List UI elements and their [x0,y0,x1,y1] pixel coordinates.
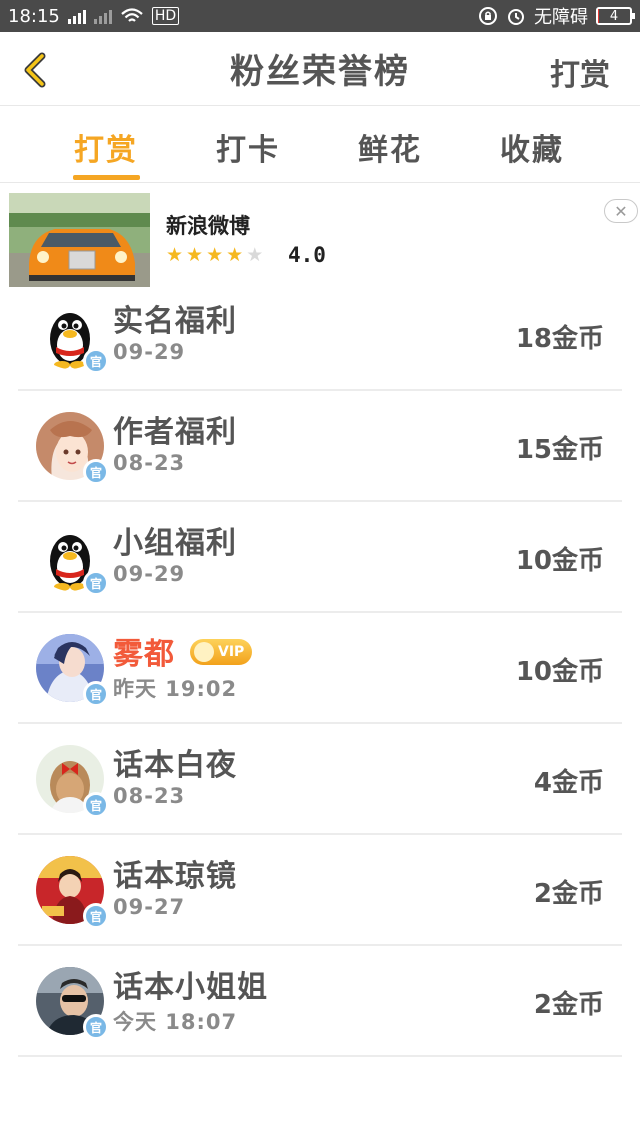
tip-date: 09-29 [113,562,186,586]
official-badge: 官 [83,459,109,485]
tab-bar: 打赏 打卡 鲜花 收藏 [0,107,640,183]
tip-date: 昨天 19:02 [113,677,238,701]
tab-favorites[interactable]: 收藏 [500,125,564,169]
rotation-lock-icon [479,7,497,25]
battery-level: 4 [609,8,619,24]
official-badge: 官 [83,1014,109,1040]
ad-rating-value: 4.0 [288,243,326,267]
list-item[interactable]: 官 话本小姐姐 今天 18:07 2金币 [18,946,622,1057]
ad-car-image[interactable] [9,193,150,287]
tip-date: 08-23 [113,784,186,808]
tab-tips[interactable]: 打赏 [74,125,138,169]
tip-amount: 18金币 [515,324,604,354]
star-filled-icon: ★ [206,244,224,266]
active-tab-indicator [73,175,140,180]
ad-banner[interactable]: 新浪微博 ★ ★ ★ ★ ★ 4.0 [0,186,640,290]
list-item[interactable]: 官 实名福利 09-29 18金币 [18,280,622,391]
official-badge: 官 [83,348,109,374]
star-filled-icon: ★ [186,244,204,266]
star-filled-icon: ★ [166,244,184,266]
cell-signal-2-icon [93,8,112,24]
ad-rating-stars: ★ ★ ★ ★ ★ [166,245,263,265]
fan-name: 话本琼镜 [113,859,237,894]
tip-button[interactable]: 打赏 [550,50,610,94]
tip-amount: 2金币 [533,879,604,909]
official-badge: 官 [83,570,109,596]
vip-label: VIP [218,644,245,660]
vip-badge: VIP [190,639,253,665]
list-item[interactable]: 官 话本琼镜 09-27 2金币 [18,835,622,946]
official-badge: 官 [83,681,109,707]
battery-fill [598,9,600,23]
tab-flowers[interactable]: 鲜花 [358,125,422,169]
status-time: 18:15 [8,5,60,27]
top-bar: 粉丝荣誉榜 打赏 [0,32,640,106]
fan-name: 实名福利 [113,304,237,339]
tip-amount: 10金币 [515,657,604,687]
tip-date: 今天 18:07 [113,1010,238,1034]
tip-date: 09-27 [113,895,186,919]
list-item[interactable]: 官 作者福利 08-23 15金币 [18,391,622,502]
ad-app-name: 新浪微博 [166,214,250,238]
tip-date: 09-29 [113,340,186,364]
fan-name: 小组福利 [113,526,237,561]
tab-checkin[interactable]: 打卡 [216,125,280,169]
list-item[interactable]: 官 雾都 VIP 昨天 19:02 10金币 [18,613,622,724]
fan-name: 话本小姐姐 [113,970,268,1005]
wifi-icon [121,8,143,22]
ad-close-button[interactable]: ✕ [604,199,638,223]
tip-amount: 2金币 [533,990,604,1020]
star-filled-icon: ★ [226,244,244,266]
tip-date: 08-23 [113,451,186,475]
fan-name: 雾都 [113,637,175,672]
list-item[interactable]: 官 话本白夜 08-23 4金币 [18,724,622,835]
alarm-icon [508,9,524,25]
list-item[interactable]: 官 小组福利 09-29 10金币 [18,502,622,613]
ranking-list: 官 实名福利 09-29 18金币 官 作者福利 08-23 15金币 官 小组… [18,280,622,1057]
page-title: 粉丝荣誉榜 [230,52,410,92]
fan-name: 作者福利 [113,415,237,450]
crown-icon [194,642,214,662]
tip-amount: 10金币 [515,546,604,576]
official-badge: 官 [83,792,109,818]
status-bar: 18:15 HD 无障碍 4 [0,0,640,32]
tip-amount: 4金币 [533,768,604,798]
official-badge: 官 [83,903,109,929]
tip-amount: 15金币 [515,435,604,465]
back-button[interactable] [16,50,56,90]
hd-icon: HD [151,7,180,25]
close-icon: ✕ [614,201,628,221]
battery-icon: 4 [596,7,635,25]
star-empty-icon: ★ [246,244,264,266]
accessibility-label: 无障碍 [534,7,588,28]
fan-name: 话本白夜 [113,748,237,783]
cell-signal-icon [67,8,86,24]
